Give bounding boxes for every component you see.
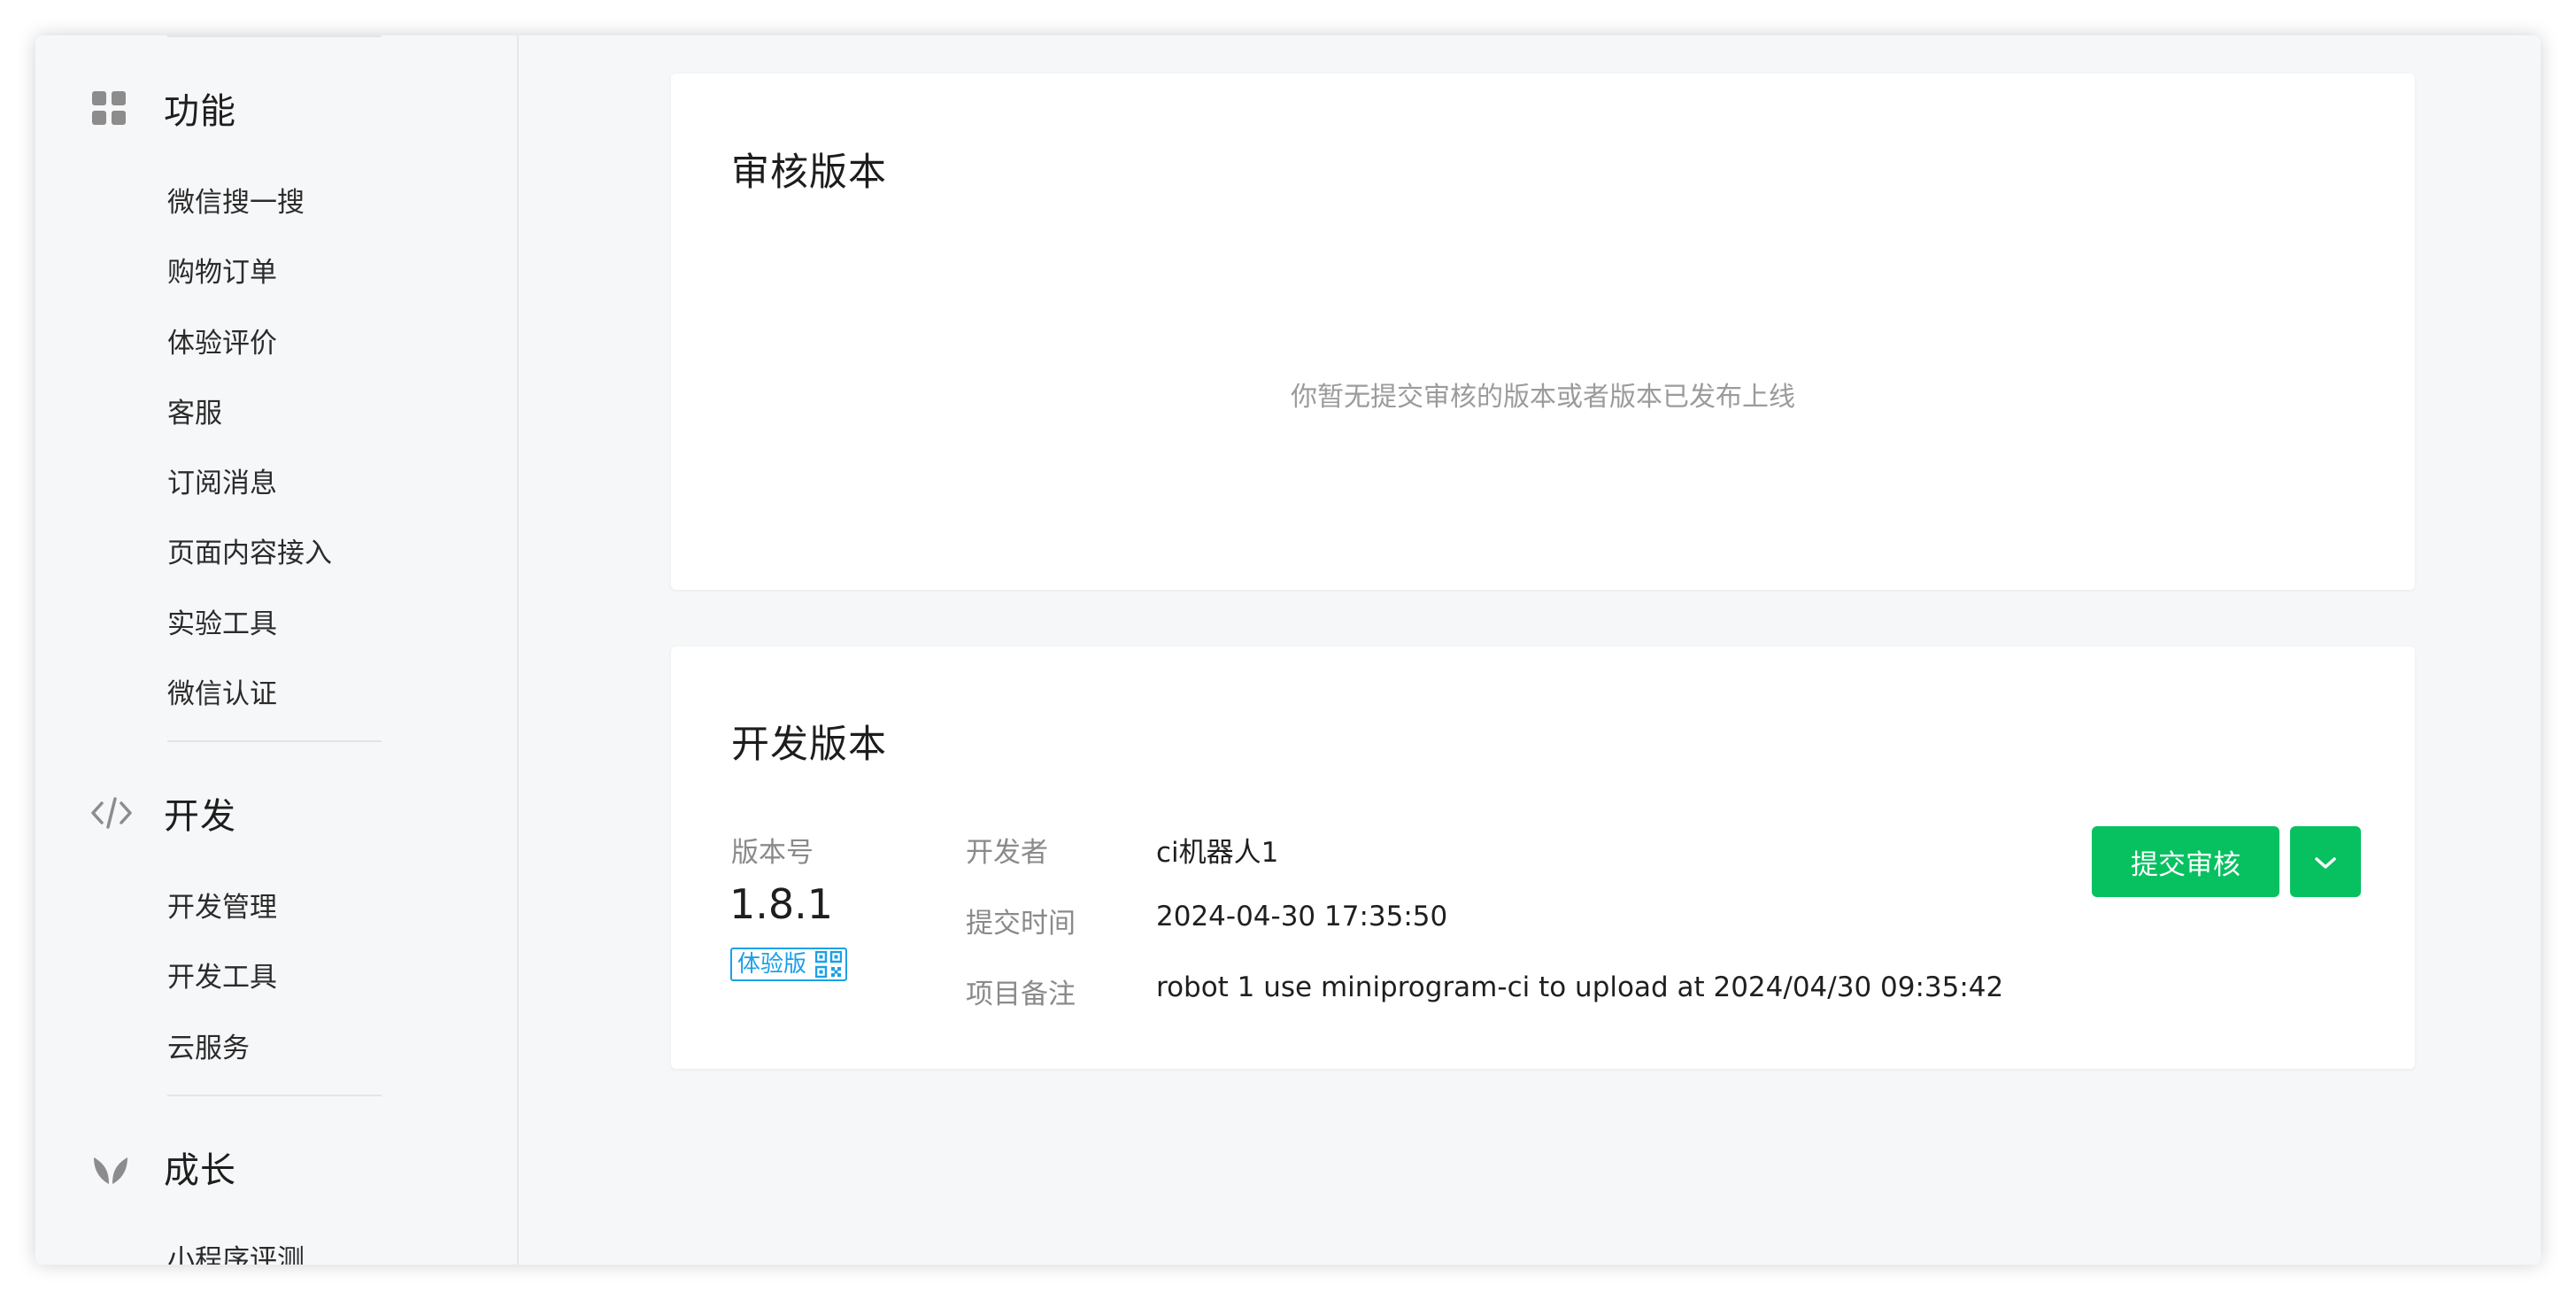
chevron-down-icon	[2314, 846, 2337, 878]
sidebar: 功能 微信搜一搜 购物订单 体验评价 客服 订阅消息 页面内容接入 实验工具 微…	[35, 35, 519, 1265]
sidebar-divider	[167, 740, 382, 742]
experience-version-tag[interactable]: 体验版	[730, 948, 848, 981]
experience-version-label: 体验版	[737, 951, 807, 978]
sidebar-group-development[interactable]: 开发	[90, 786, 236, 840]
developer-label: 开发者	[966, 837, 1048, 869]
sidebar-item-page-content[interactable]: 页面内容接入	[167, 536, 332, 571]
version-number: 1.8.1	[729, 880, 834, 928]
sidebar-item-wechat-search[interactable]: 微信搜一搜	[167, 185, 305, 221]
sidebar-item-dev-management[interactable]: 开发管理	[167, 890, 277, 925]
sidebar-item-customer-service[interactable]: 客服	[167, 396, 222, 431]
dev-version-title: 开发版本	[731, 723, 887, 767]
submit-time-label: 提交时间	[966, 908, 1076, 940]
sidebar-item-dev-tools[interactable]: 开发工具	[167, 960, 277, 995]
review-version-card: 审核版本 你暂无提交审核的版本或者版本已发布上线	[671, 74, 2415, 590]
app-window: 功能 微信搜一搜 购物订单 体验评价 客服 订阅消息 页面内容接入 实验工具 微…	[35, 35, 2541, 1265]
sidebar-item-cloud-service[interactable]: 云服务	[167, 1031, 250, 1066]
sidebar-divider	[167, 1095, 382, 1096]
dev-version-card: 开发版本 版本号 1.8.1 体验版 开发者 ci机器人1 提交时间 2024-…	[671, 646, 2415, 1069]
main-content: 审核版本 你暂无提交审核的版本或者版本已发布上线 开发版本 版本号 1.8.1 …	[521, 35, 2541, 1265]
sidebar-divider	[167, 35, 382, 37]
sprout-icon	[90, 1146, 140, 1188]
sidebar-group-growth[interactable]: 成长	[90, 1141, 236, 1194]
sidebar-item-wechat-verify[interactable]: 微信认证	[167, 677, 277, 712]
sidebar-item-shopping-orders[interactable]: 购物订单	[167, 255, 277, 290]
grid-icon	[90, 87, 140, 129]
sidebar-item-experiment-tools[interactable]: 实验工具	[167, 607, 277, 642]
sidebar-item-subscribe-messages[interactable]: 订阅消息	[167, 466, 277, 501]
sidebar-group-title: 开发	[164, 796, 236, 837]
developer-value: ci机器人1	[1156, 837, 1279, 869]
more-actions-dropdown-button[interactable]	[2290, 826, 2361, 897]
submit-review-button[interactable]: 提交审核	[2092, 826, 2279, 897]
sidebar-group-features[interactable]: 功能	[90, 81, 236, 135]
project-remark-label: 项目备注	[966, 979, 1076, 1010]
project-remark-value: robot 1 use miniprogram-ci to upload at …	[1156, 971, 2004, 1003]
review-version-title: 审核版本	[731, 151, 887, 195]
code-icon	[90, 792, 140, 834]
review-empty-message: 你暂无提交审核的版本或者版本已发布上线	[1291, 382, 1795, 413]
sidebar-item-miniprogram-evaluation[interactable]: 小程序评测	[167, 1242, 305, 1265]
submit-time-value: 2024-04-30 17:35:50	[1156, 901, 1448, 932]
qrcode-icon[interactable]	[815, 951, 843, 978]
version-number-label: 版本号	[731, 837, 814, 869]
sidebar-group-title: 成长	[164, 1150, 236, 1191]
sidebar-item-experience-review[interactable]: 体验评价	[167, 326, 277, 361]
sidebar-group-title: 功能	[164, 91, 236, 132]
